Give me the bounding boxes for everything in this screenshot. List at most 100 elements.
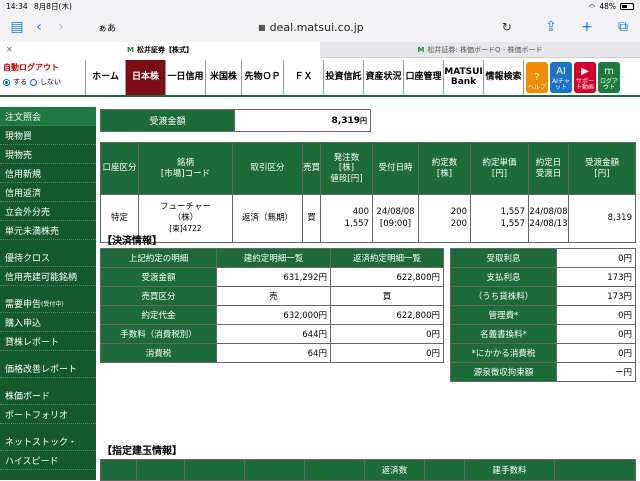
auto-logout-on-radio[interactable]	[3, 78, 10, 86]
table-row: 源泉徴収拘束額 ー円	[450, 362, 636, 382]
cell-accepted: 24/08/08 [09:00]	[372, 194, 419, 243]
wifi-icon: ◠	[588, 1, 596, 11]
interest-table: 受取利息 0円 支払利息 173円 （うち貸株料） 173円 管理費* 0円 名義書換料…	[450, 248, 636, 382]
settlement-title: 【決済情報】	[102, 236, 162, 247]
nav-assets[interactable]: 資産状況	[364, 60, 404, 95]
receive-amount-label: 受渡金額	[100, 109, 235, 132]
sidebar: 注文照会 現物買 現物売 信用新規 信用返済 立会外分売 単元未満株売 優待クロ…	[0, 107, 96, 480]
cell-dates: 24/08/08 24/08/13	[528, 194, 569, 243]
settle-head-open-list[interactable]: 建約定明細一覧	[216, 248, 331, 268]
col-accepted: 受付日時	[372, 142, 419, 195]
auto-logout-off-radio[interactable]	[30, 78, 37, 86]
position-table: 返済数 建手数料	[100, 459, 636, 481]
nav-fx[interactable]: ＦＸ	[284, 60, 324, 95]
col-account: 口座区分	[100, 142, 139, 195]
receive-amount-table: 受渡金額 8,319円	[100, 109, 371, 132]
reader-aa-button[interactable]: ぁあ	[98, 21, 116, 34]
sidebar-item-off-floor[interactable]: 立会外分売	[0, 202, 96, 221]
col-side: 売買	[302, 142, 321, 195]
help-button[interactable]: ? ヘルプ	[526, 62, 548, 93]
sidebar-item-lending-report[interactable]: 貸株レポート	[0, 332, 96, 351]
cell-exec-price: 1,557 1,557	[470, 194, 529, 243]
nav-funds[interactable]: 投資信託	[324, 60, 364, 95]
nav-matsui-bank[interactable]: MATSUI Bank	[444, 60, 484, 95]
clock: 14:34	[6, 1, 28, 11]
ai-chat-icon: AI	[556, 66, 566, 77]
back-icon[interactable]: ‹	[28, 19, 50, 35]
battery-icon	[620, 2, 634, 10]
play-icon: ▶	[581, 66, 589, 77]
auto-logout: 自動ログアウト する しない	[0, 60, 86, 95]
col-dates: 約定日 受渡日	[528, 142, 569, 195]
battery-percent: 48%	[599, 1, 616, 11]
forward-icon[interactable]: ›	[50, 19, 72, 35]
nav-info-search[interactable]: 情報検索	[484, 60, 524, 95]
position-title: 【指定建玉情報】	[102, 446, 182, 457]
sidebar-toggle-icon[interactable]: ▤	[6, 19, 28, 35]
col-exec-price: 約定単価 [円]	[470, 142, 529, 195]
reload-icon[interactable]: ↻	[502, 20, 512, 34]
sidebar-item-portfolio[interactable]: ポートフォリオ	[0, 405, 96, 424]
nav-japan-stock[interactable]: 日本株	[126, 60, 166, 95]
table-row: 特定 フューチャー （株） [東]4722 返済（無期） 買 400 1,557 …	[100, 194, 636, 243]
table-row: 支払利息 173円	[450, 267, 636, 287]
sidebar-item-odd-lot[interactable]: 単元未満株売	[0, 221, 96, 240]
order-header-row: 口座区分 銘柄 [市場]コード 取引区分 売買 発注数 [株] 値段[円] 受付…	[100, 142, 636, 195]
table-row: 管理費* 0円	[450, 305, 636, 325]
table-row: 消費税 64円 0円	[100, 343, 444, 363]
address-bar[interactable]: ■ deal.matsui.co.jp	[258, 21, 364, 34]
status-bar: 14:34 8月8日(木) ◠ 48%	[0, 0, 640, 12]
new-tab-icon[interactable]: +	[576, 19, 598, 35]
sidebar-item-purchase[interactable]: 購入申込	[0, 313, 96, 332]
cell-order-qty: 400 1,557	[320, 194, 373, 243]
sidebar-item-cash-buy[interactable]: 現物買	[0, 126, 96, 145]
col-stock: 銘柄 [市場]コード	[138, 142, 233, 195]
sidebar-item-price-report[interactable]: 価格改善レポート	[0, 359, 96, 378]
sidebar-item-yutai-cross[interactable]: 優待クロス	[0, 248, 96, 267]
cell-side: 買	[302, 194, 321, 243]
table-row: 売買区分 売 買	[100, 286, 444, 306]
sidebar-item-short-list[interactable]: 信用売建可能銘柄	[0, 267, 96, 286]
tabs-overview-icon[interactable]: ⧉	[612, 19, 634, 35]
nav-icon-group: ? ヘルプ AI AIチャット ▶ サポート動画 m ログアウト	[524, 60, 622, 95]
col-close-qty: 返済数	[364, 459, 425, 481]
nav-us-stock[interactable]: 米国株	[206, 60, 242, 95]
position-header-row: 返済数 建手数料	[100, 459, 636, 481]
site-nav: 自動ログアウト する しない ホーム 日本株 一日信用 米国株 先物ＯＰ ＦＸ …	[0, 60, 640, 97]
close-tab-icon[interactable]: ✕	[6, 45, 13, 54]
table-row: 手数料（消費税別） 644円 0円	[100, 324, 444, 344]
matsui-logo-icon: M	[417, 45, 425, 54]
nav-day-margin[interactable]: 一日信用	[166, 60, 206, 95]
nav-futures-options[interactable]: 先物ＯＰ	[242, 60, 284, 95]
support-video-button[interactable]: ▶ サポート動画	[574, 62, 596, 93]
sidebar-item-margin-close[interactable]: 信用返済	[0, 183, 96, 202]
settle-head-close-list[interactable]: 返済約定明細一覧	[330, 248, 444, 268]
nav-account[interactable]: 口座管理	[404, 60, 444, 95]
ai-chat-button[interactable]: AI AIチャット	[550, 62, 572, 93]
col-exec-qty: 約定数 [株]	[418, 142, 471, 195]
settlement-header-row: 上記約定の明細 建約定明細一覧 返済約定明細一覧	[100, 248, 444, 268]
help-icon: ?	[534, 72, 540, 83]
logout-button[interactable]: m ログアウト	[598, 62, 620, 93]
lock-icon: ■	[258, 22, 266, 32]
col-trade-type: 取引区分	[232, 142, 303, 195]
tab-stock-board[interactable]: M 松井証券: 株価ボードQ - 株価ボード	[320, 42, 640, 58]
sidebar-item-demand[interactable]: 需要申告 (受付中)	[0, 294, 96, 313]
sidebar-item-cash-sell[interactable]: 現物売	[0, 145, 96, 164]
sidebar-item-order-inquiry[interactable]: 注文照会	[0, 107, 96, 126]
table-row: （うち貸株料） 173円	[450, 286, 636, 306]
sidebar-item-margin-new[interactable]: 信用新規	[0, 164, 96, 183]
tab-matsui-stock[interactable]: ✕ M 松井証券【株式】	[0, 41, 320, 58]
table-row: *にかかる消費税 0円	[450, 343, 636, 363]
nav-home[interactable]: ホーム	[86, 60, 126, 95]
col-order-qty: 発注数 [株] 値段[円]	[320, 142, 373, 195]
sidebar-item-highspeed[interactable]: ハイスピード	[0, 451, 96, 470]
share-icon[interactable]: ⇪	[540, 19, 562, 35]
settle-head-detail: 上記約定の明細	[100, 248, 217, 268]
sidebar-item-stock-board[interactable]: 株価ボード	[0, 386, 96, 405]
col-amount: 受渡金額 [円]	[568, 142, 636, 195]
logout-icon: m	[604, 66, 614, 77]
sidebar-item-netstock[interactable]: ネットストック・	[0, 432, 96, 451]
col-open-fee: 建手数料	[464, 459, 555, 481]
main-content: 受渡金額 8,319円 口座区分 銘柄 [市場]コード 取引区分 売買 発注数 …	[100, 107, 636, 481]
